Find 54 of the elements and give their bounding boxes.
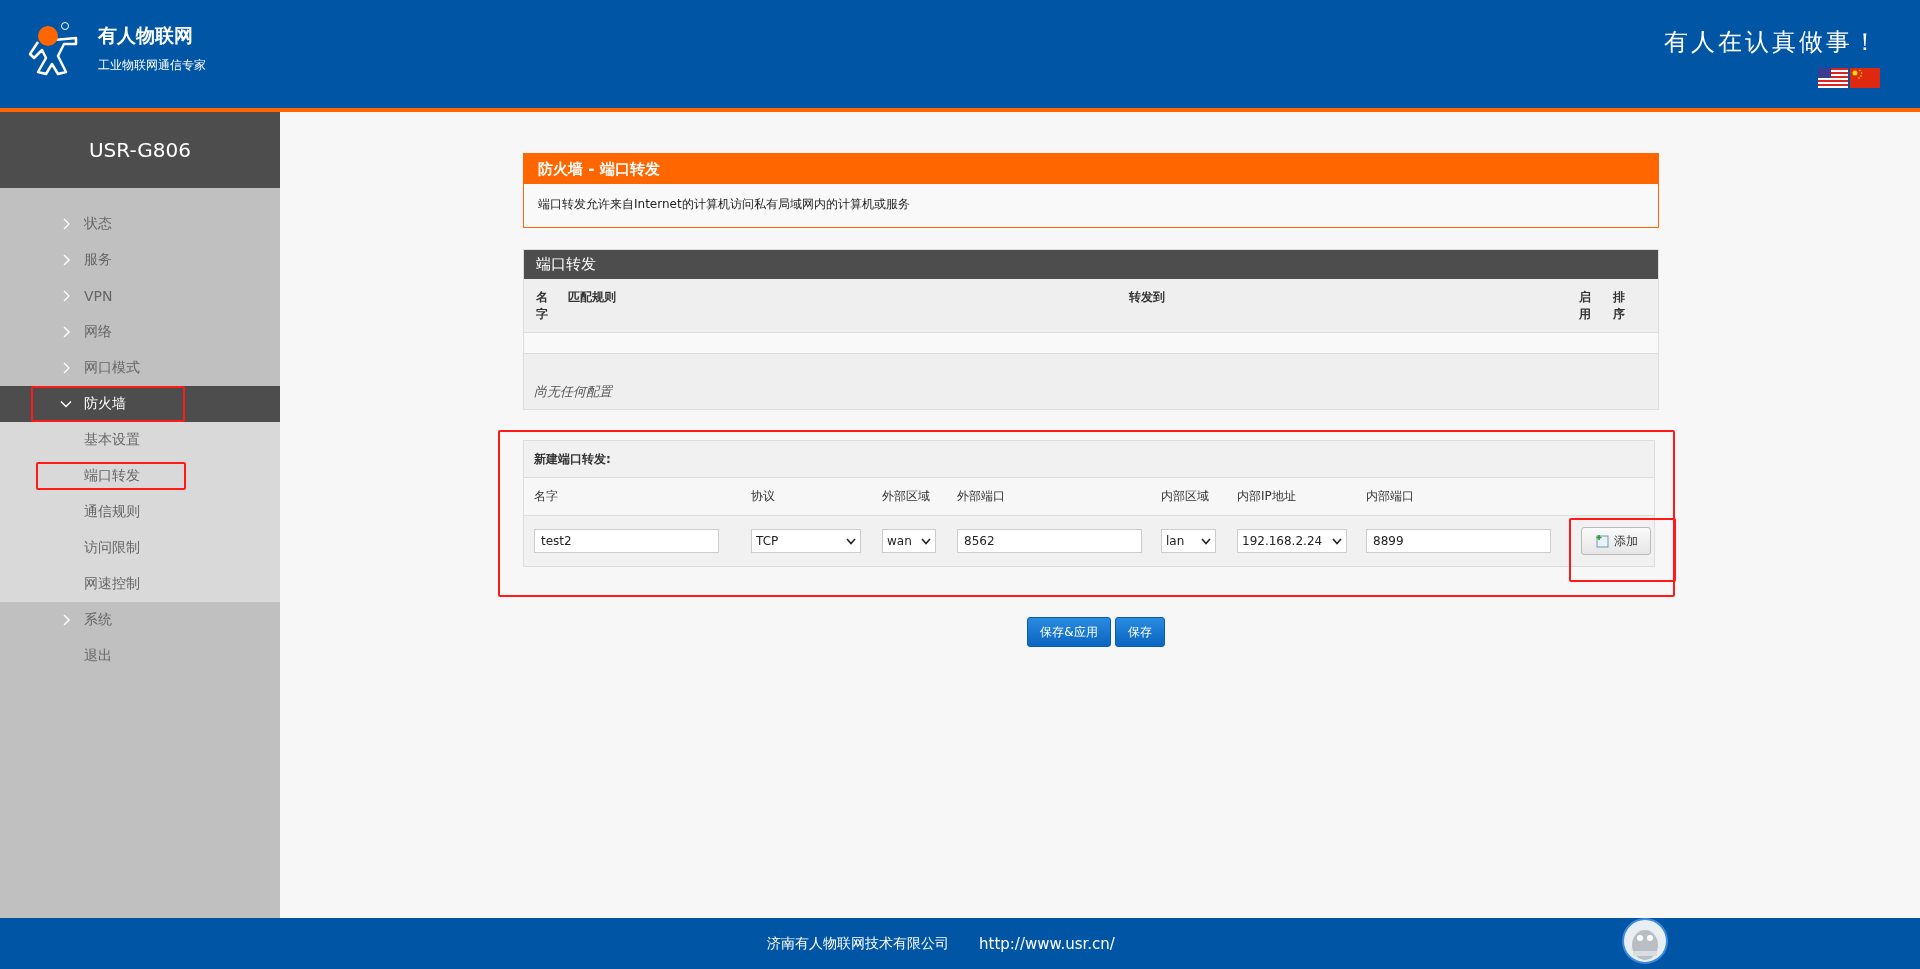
sidebar-item[interactable]: 系统 (0, 602, 280, 638)
column-header: 匹配规则 (568, 290, 616, 304)
sidebar-subitem[interactable]: 通信规则 (0, 494, 280, 530)
penguin-chat-icon[interactable] (1622, 918, 1668, 964)
column-header: 转发到 (1129, 290, 1165, 304)
sidebar-item[interactable]: 网络 (0, 314, 280, 350)
sidebar-subitem[interactable]: 基本设置 (0, 422, 280, 458)
card-description: 端口转发允许来自Internet的计算机访问私有局域网内的计算机或服务 (537, 196, 911, 213)
column-header: 排序 (1613, 289, 1626, 323)
field-label: 协议 (751, 489, 775, 503)
sidebar-item[interactable]: VPN (0, 278, 280, 314)
field-label: 内部端口 (1366, 489, 1414, 503)
chevron-down-icon (60, 398, 72, 410)
field-label: 内部区域 (1161, 489, 1209, 503)
sidebar-item[interactable]: 服务 (0, 242, 280, 278)
sidebar-item[interactable]: 状态 (0, 206, 280, 242)
field-label: 外部区域 (882, 489, 930, 503)
document-add-icon (1594, 534, 1609, 548)
chevron-down-icon (846, 537, 856, 545)
sidebar-subitem[interactable]: 端口转发 (0, 458, 280, 494)
text-field[interactable]: 8899 (1366, 529, 1551, 553)
dropdown[interactable]: wan (882, 529, 936, 553)
chevron-down-icon (1201, 537, 1211, 545)
website-link[interactable]: http://www.usr.cn/ (979, 934, 1115, 953)
empty-message: 尚无任何配置 (534, 383, 612, 401)
field-label: 内部IP地址 (1237, 489, 1296, 503)
dropdown[interactable]: TCP (751, 529, 861, 553)
dropdown[interactable]: 192.168.2.24 (1237, 529, 1347, 553)
field-label: 名字 (534, 489, 558, 503)
company-name: 济南有人物联网技术有限公司 (767, 934, 949, 953)
sidebar-subitem[interactable]: 访问限制 (0, 530, 280, 566)
sidebar-item[interactable]: 防火墙 (0, 386, 280, 422)
chevron-down-icon (1332, 537, 1342, 545)
chevron-down-icon (921, 537, 931, 545)
text-field[interactable]: 8562 (957, 529, 1142, 553)
field-label: 外部端口 (957, 489, 1005, 503)
action-button[interactable]: 保存&应用 (1027, 617, 1111, 647)
device-name: USR-G806 (0, 112, 280, 188)
action-button[interactable]: 保存 (1114, 617, 1165, 647)
brand-name: 有人物联网 (98, 22, 194, 48)
china-flag-icon[interactable] (1850, 68, 1880, 88)
card-title: 防火墙 - 端口转发 (524, 154, 1658, 184)
column-header: 启用 (1579, 289, 1592, 323)
text-field[interactable]: test2 (534, 529, 719, 553)
sidebar-item[interactable]: 退出 (0, 638, 280, 674)
dropdown[interactable]: lan (1161, 529, 1216, 553)
table-title: 端口转发 (524, 250, 1658, 279)
sidebar-item[interactable]: 网口模式 (0, 350, 280, 386)
sidebar-subitem[interactable]: 网速控制 (0, 566, 280, 602)
add-button[interactable]: 添加 (1581, 527, 1651, 555)
brand-tagline: 工业物联网通信专家 (98, 56, 206, 74)
column-header: 名字 (536, 289, 549, 323)
us-flag-icon[interactable] (1818, 68, 1848, 88)
slogan: 有人在认真做事！ (1664, 27, 1880, 58)
